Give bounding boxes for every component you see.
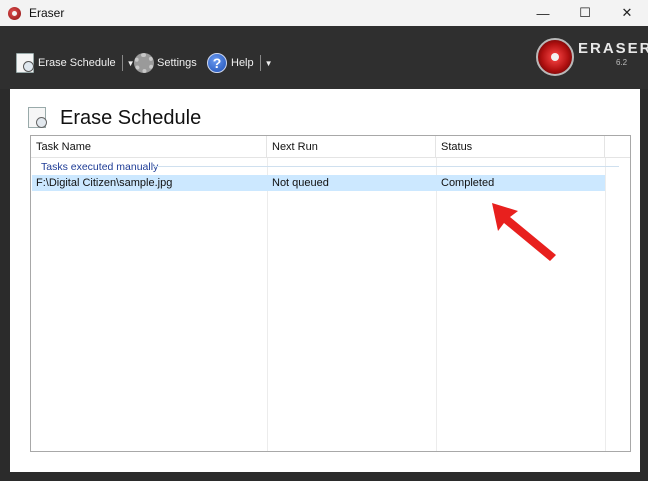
main-panel: Erase Schedule Task Name Next Run Status… [10,89,640,472]
help-icon: ? [207,53,227,73]
eraser-logo: ERASER 6.2 [536,36,648,78]
group-header[interactable]: Tasks executed manually [41,160,158,174]
column-divider [436,158,437,451]
logo-text: ERASER [578,40,648,57]
list-header: Task Name Next Run Status [31,136,630,158]
eraser-app-icon [8,6,21,20]
group-divider [153,166,619,167]
column-divider [605,158,606,451]
radiation-logo-icon [536,38,574,76]
maximize-button[interactable]: ☐ [564,0,606,26]
status-cell: Completed [441,177,495,189]
help-dropdown-icon[interactable]: ▼ [265,59,273,68]
annotation-arrow-icon [492,203,556,261]
page-title: Erase Schedule [60,107,202,129]
toolbar: Erase Schedule ▼ Settings ? Help ▼ ERASE… [0,26,648,89]
schedule-document-icon [16,53,34,73]
settings-label: Settings [157,57,197,69]
toolbar-separator [259,55,261,71]
column-divider [267,158,268,451]
column-header-status[interactable]: Status [436,136,605,158]
minimize-button[interactable]: — [522,0,564,26]
toolbar-separator [121,55,123,71]
gear-icon [134,53,154,73]
column-header-task-name[interactable]: Task Name [31,136,267,158]
schedule-page-icon [28,107,47,128]
table-row[interactable]: F:\Digital Citizen\sample.jpg Not queued… [32,175,605,191]
next-run-cell: Not queued [272,177,329,189]
title-bar: Eraser — ☐ ✕ [0,0,648,26]
task-list[interactable]: Task Name Next Run Status Tasks executed… [30,135,631,452]
logo-version: 6.2 [616,58,628,67]
close-button[interactable]: ✕ [606,0,648,26]
task-name-cell: F:\Digital Citizen\sample.jpg [36,177,173,189]
column-header-next-run[interactable]: Next Run [267,136,436,158]
window-controls: — ☐ ✕ [522,0,648,26]
group-label: Tasks executed manually [41,161,159,173]
settings-button[interactable]: Settings [134,50,197,76]
help-button[interactable]: ? Help ▼ [207,50,273,76]
erase-schedule-button[interactable]: Erase Schedule ▼ [16,50,135,76]
help-label: Help [231,57,254,69]
erase-schedule-label: Erase Schedule [38,57,116,69]
window-title: Eraser [29,6,65,20]
